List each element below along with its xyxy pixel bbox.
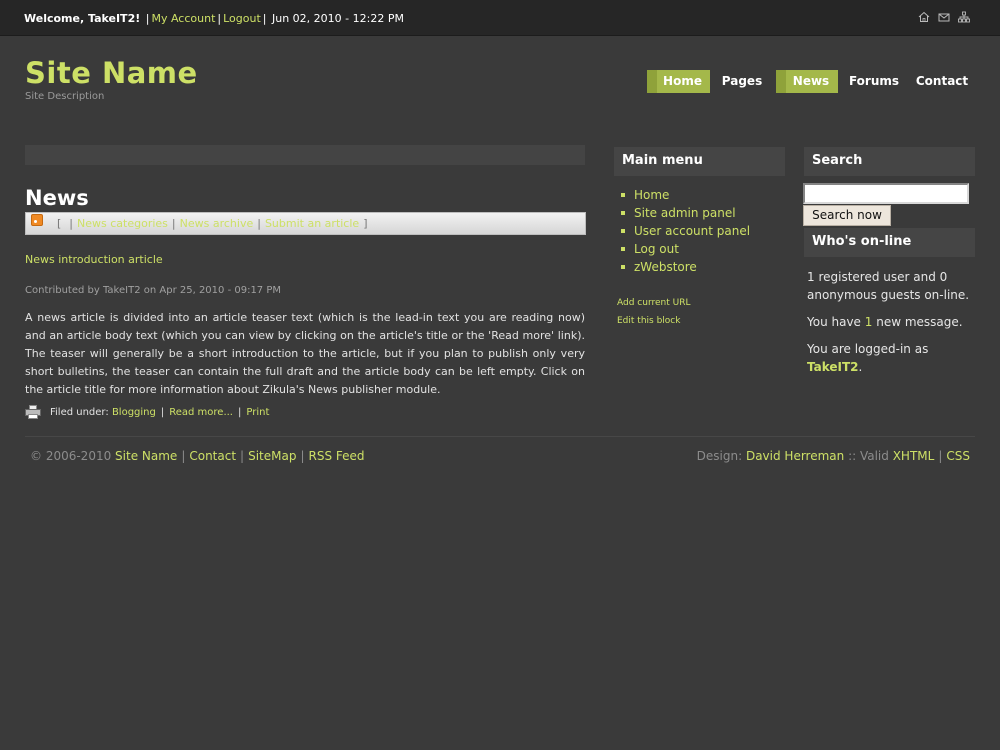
nav-news[interactable]: News bbox=[776, 70, 838, 93]
search-title: Search bbox=[804, 147, 975, 176]
page-title: News bbox=[25, 186, 89, 210]
logged-in-user: TakeIT2 bbox=[807, 360, 859, 374]
home-icon[interactable] bbox=[918, 11, 930, 23]
main-menu-list: Home Site admin panel User account panel… bbox=[621, 186, 750, 276]
article-byline: Contributed by TakeIT2 on Apr 25, 2010 -… bbox=[25, 285, 282, 296]
mail-icon[interactable] bbox=[938, 11, 950, 23]
user-bar: Welcome, TakeIT2! | My Account | Logout | Ju… bbox=[24, 12, 404, 25]
footer-rss-link[interactable]: RSS Feed bbox=[309, 449, 365, 463]
footer-left: © 2006-2010 Site Name | Contact | SiteMap | RS… bbox=[30, 449, 365, 463]
search-button[interactable]: Search now bbox=[803, 205, 891, 226]
my-account-link[interactable]: My Account bbox=[151, 12, 215, 25]
rss-icon[interactable] bbox=[31, 214, 43, 226]
css-link[interactable]: CSS bbox=[946, 449, 970, 463]
footer-site-name-link[interactable]: Site Name bbox=[115, 449, 177, 463]
whos-online-content: 1 registered user and 0 anonymous guests… bbox=[807, 268, 977, 385]
datetime: Jun 02, 2010 - 12:22 PM bbox=[272, 12, 404, 25]
footer-contact-link[interactable]: Contact bbox=[189, 449, 236, 463]
news-subnav: [| News categories | News archive | Submit an… bbox=[25, 212, 586, 235]
footer-divider bbox=[25, 436, 975, 437]
xhtml-link[interactable]: XHTML bbox=[893, 449, 935, 463]
footer-right: Design: David Herreman :: Valid XHTML | CS… bbox=[696, 449, 970, 463]
submit-article-link[interactable]: Submit an article bbox=[265, 217, 359, 230]
messages-line: You have 1 new message. bbox=[807, 315, 963, 329]
printer-icon[interactable] bbox=[25, 405, 41, 419]
menu-item-zwebstore[interactable]: zWebstore bbox=[621, 258, 750, 276]
search-input[interactable] bbox=[803, 183, 969, 204]
copyright-symbol: © bbox=[30, 449, 42, 463]
article-title-link[interactable]: News introduction article bbox=[25, 253, 163, 266]
menu-item-site-admin[interactable]: Site admin panel bbox=[621, 204, 750, 222]
nav-home[interactable]: Home bbox=[647, 70, 710, 93]
designer-link[interactable]: David Herreman bbox=[746, 449, 844, 463]
news-categories-link[interactable]: News categories bbox=[77, 217, 168, 230]
article-teaser: A news article is divided into an articl… bbox=[25, 311, 585, 396]
nav-pages[interactable]: Pages bbox=[717, 70, 767, 93]
filed-under-label: Filed under: bbox=[50, 406, 109, 418]
main-menu-title: Main menu bbox=[614, 147, 785, 176]
logged-in-line: You are logged-in as TakeIT2. bbox=[807, 342, 929, 374]
add-current-url-link[interactable]: Add current URL bbox=[617, 298, 690, 308]
menu-item-home[interactable]: Home bbox=[621, 186, 750, 204]
block-admin-links: Add current URL Edit this block bbox=[617, 294, 690, 330]
read-more-link[interactable]: Read more... bbox=[169, 407, 233, 418]
content-top-bar bbox=[25, 145, 585, 165]
category-link[interactable]: Blogging bbox=[112, 407, 156, 418]
menu-item-user-account[interactable]: User account panel bbox=[621, 222, 750, 240]
edit-block-link[interactable]: Edit this block bbox=[617, 316, 680, 326]
menu-item-logout[interactable]: Log out bbox=[621, 240, 750, 258]
top-bar: Welcome, TakeIT2! | My Account | Logout | Ju… bbox=[0, 0, 1000, 36]
footer-sitemap-link[interactable]: SiteMap bbox=[248, 449, 296, 463]
welcome-text: Welcome, TakeIT2! bbox=[24, 12, 141, 25]
news-archive-link[interactable]: News archive bbox=[180, 217, 254, 230]
logout-link[interactable]: Logout bbox=[223, 12, 261, 25]
copyright-years: 2006-2010 bbox=[42, 449, 116, 463]
online-count: 1 registered user and 0 anonymous guests… bbox=[807, 270, 970, 302]
article-footer: Filed under: Blogging | Read more... | P… bbox=[25, 405, 269, 419]
print-link[interactable]: Print bbox=[246, 407, 269, 418]
nav-contact[interactable]: Contact bbox=[914, 70, 970, 93]
nav-forums[interactable]: Forums bbox=[844, 70, 904, 93]
site-name-logo[interactable]: Site Name bbox=[25, 56, 198, 90]
sitemap-icon[interactable] bbox=[958, 11, 970, 23]
site-description: Site Description bbox=[25, 91, 105, 102]
whos-online-title: Who's on-line bbox=[804, 228, 975, 257]
